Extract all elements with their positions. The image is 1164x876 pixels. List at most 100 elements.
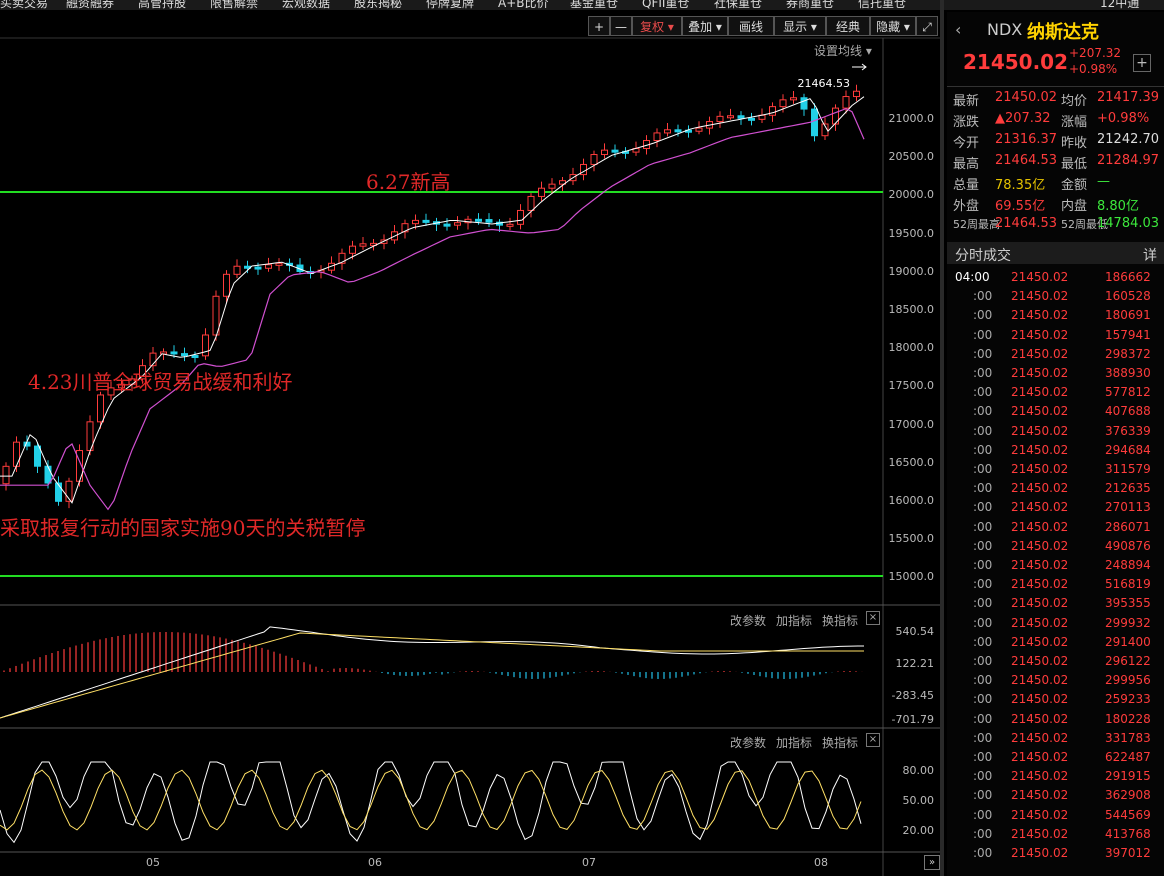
scrollbar-divider	[940, 0, 944, 876]
tick-row: :00 21450.02 331783	[947, 729, 1164, 748]
candle-body	[853, 90, 860, 98]
tick-volume: 248894	[1105, 558, 1151, 572]
quote-label: 52周最高	[953, 218, 1000, 231]
tick-volume: 331783	[1105, 730, 1151, 745]
annotation-new-high: 6.27新高	[366, 170, 451, 194]
macd-close-icon[interactable]: ×	[866, 611, 880, 625]
tick-time: :00	[973, 366, 993, 380]
tick-row: :00 21450.02 296122	[947, 652, 1164, 671]
tick-price: 21450.02	[1011, 750, 1069, 764]
quote-value: 21316.37	[995, 132, 1058, 147]
macd-edit-params-button[interactable]: 改参数	[730, 612, 766, 629]
quote-row: 52周最高 21464.53 52周最低 14784.03	[947, 216, 1164, 236]
candle-body	[485, 219, 493, 223]
tick-row: :00 21450.02 270113	[947, 498, 1164, 517]
tick-volume: 413768	[1105, 826, 1151, 841]
kdj-close-icon[interactable]: ×	[866, 733, 880, 747]
ma-fast-line	[0, 96, 865, 504]
macd-add-indicator-button[interactable]: 加指标	[776, 612, 812, 629]
tick-price: 21450.02	[1011, 289, 1069, 304]
quote-value: 21284.97	[1097, 153, 1160, 168]
ticks-detail-button[interactable]: 详	[1143, 245, 1157, 265]
tick-price: 21450.02	[1011, 807, 1069, 822]
quote-row: 涨跌 ▲207.32 涨幅 +0.98%	[947, 111, 1164, 131]
candle-body	[506, 223, 514, 227]
tick-time: :00	[973, 730, 993, 745]
quote-value: 21417.39	[1097, 90, 1160, 105]
main-y-tick: 18500.0	[888, 303, 935, 316]
tick-price: 21450.02	[1011, 826, 1069, 841]
candle-body	[265, 264, 272, 269]
tick-time: :00	[973, 692, 993, 707]
candle-body	[716, 115, 724, 123]
tick-price: 21450.02	[1011, 308, 1069, 323]
tick-price: 21450.02	[1011, 538, 1069, 553]
tick-price: 21450.02	[1011, 404, 1069, 419]
tick-volume: 259233	[1105, 692, 1151, 707]
kdj-y-tick: 20.00	[902, 824, 935, 837]
quote-label: 总量	[953, 178, 980, 193]
quote-row: 最高 21464.53 最低 21284.97	[947, 153, 1164, 173]
tick-time: :00	[973, 346, 993, 361]
candle-body	[443, 223, 451, 227]
tick-volume: 270113	[1105, 500, 1151, 515]
candle-body	[13, 441, 20, 467]
quote-label: 涨幅	[1061, 115, 1088, 130]
candle-body	[454, 222, 461, 226]
quote-value: 21464.53	[995, 153, 1058, 168]
tick-row: :00 21450.02 180228	[947, 710, 1164, 729]
candle-body	[769, 106, 776, 116]
back-arrow-icon[interactable]: ‹	[955, 20, 961, 39]
tick-row: :00 21450.02 395355	[947, 594, 1164, 613]
scroll-right-icon[interactable]: »	[924, 855, 940, 870]
tick-price: 21450.02	[1011, 519, 1069, 534]
main-y-tick: 17500.0	[888, 379, 935, 393]
candle-body	[233, 265, 241, 275]
tick-time: :00	[973, 404, 993, 419]
tick-time: :00	[973, 577, 993, 592]
macd-y-tick: 122.21	[895, 657, 935, 670]
tick-price: 21450.02	[1011, 423, 1069, 438]
tick-volume: 299932	[1105, 615, 1151, 630]
macd-y-tick: 540.54	[895, 625, 935, 638]
tick-price: 21450.02	[1011, 654, 1069, 668]
tick-row: :00 21450.02 376339	[947, 422, 1164, 441]
tick-price: 21450.02	[1011, 615, 1069, 630]
tick-time: :00	[973, 385, 993, 400]
tick-volume: 298372	[1105, 346, 1151, 361]
candle-body	[254, 266, 262, 270]
tick-volume: 299956	[1105, 673, 1151, 688]
candle-body	[55, 482, 62, 502]
kdj-add-indicator-button[interactable]: 加指标	[776, 734, 812, 751]
tick-row: :00 21450.02 180691	[947, 306, 1164, 325]
quote-row: 总量 78.35亿 金额 —	[947, 174, 1164, 194]
tick-time: :00	[973, 615, 993, 630]
tick-price: 21450.02	[1011, 673, 1069, 688]
tick-volume: 397012	[1105, 846, 1151, 860]
macd-switch-indicator-button[interactable]: 换指标	[822, 612, 858, 629]
tick-price: 21450.02	[1011, 442, 1069, 457]
tick-time: :00	[973, 423, 993, 438]
quote-label: 内盘	[1061, 199, 1088, 214]
kdj-switch-indicator-button[interactable]: 换指标	[822, 734, 858, 751]
high-arrow-icon	[852, 63, 867, 71]
tick-volume: 577812	[1105, 385, 1151, 400]
tick-row: :00 21450.02 157941	[947, 326, 1164, 345]
main-y-tick: 15000.0	[888, 570, 935, 584]
tick-price: 21450.02	[1011, 270, 1069, 284]
quote-value: 21242.70	[1097, 132, 1160, 147]
tick-row: :00 21450.02 294684	[947, 441, 1164, 460]
add-watchlist-button[interactable]: +	[1133, 54, 1151, 72]
candle-body	[191, 355, 199, 359]
tick-price: 21450.02	[1011, 769, 1069, 784]
tick-volume: 291400	[1105, 634, 1151, 649]
tick-row: :00 21450.02 397012	[947, 844, 1164, 863]
candle-body	[517, 209, 524, 225]
candle-body	[527, 195, 535, 211]
kdj-edit-params-button[interactable]: 改参数	[730, 734, 766, 751]
tick-price: 21450.02	[1011, 846, 1069, 860]
nav-item[interactable]: 12中通	[1100, 0, 1139, 10]
quote-label: 最低	[1061, 157, 1088, 172]
tick-time: :00	[973, 826, 993, 841]
candle-body	[538, 187, 545, 197]
